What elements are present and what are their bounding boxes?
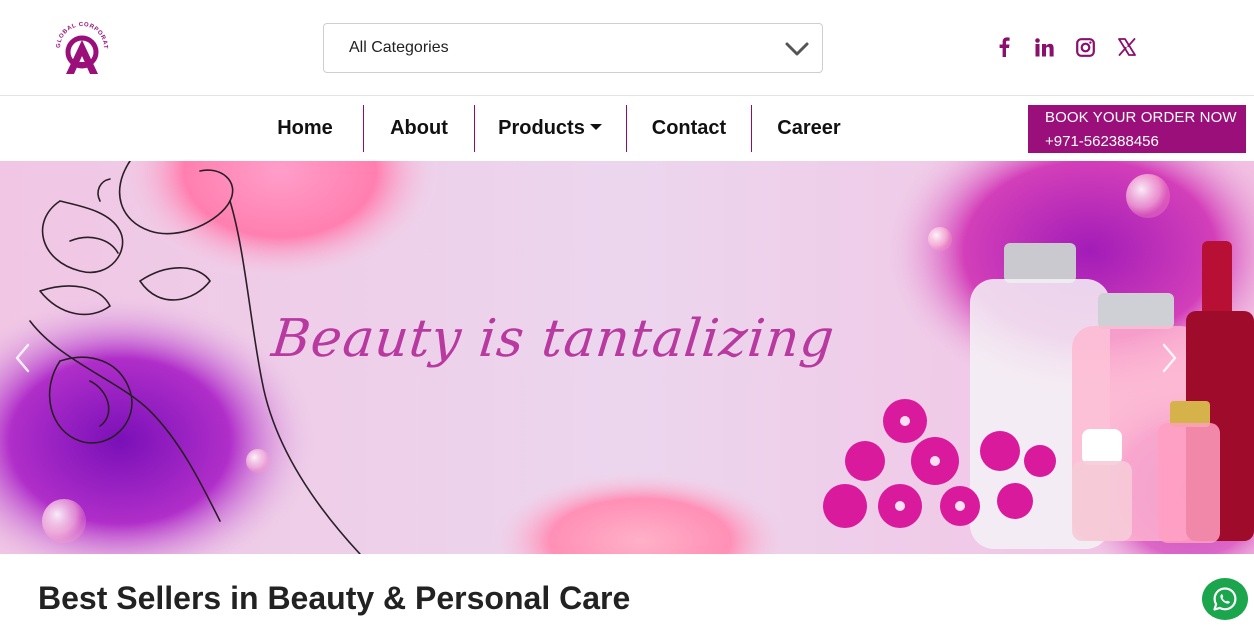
- whatsapp-icon: [1213, 587, 1237, 611]
- category-select[interactable]: All Categories: [323, 23, 823, 73]
- whatsapp-button[interactable]: [1202, 578, 1248, 620]
- caret-down-icon: [589, 123, 602, 130]
- nav-contact[interactable]: Contact: [640, 105, 738, 152]
- top-bar: GLOBAL CORPORATION All Categories: [0, 0, 1254, 96]
- nav-career[interactable]: Career: [764, 105, 854, 152]
- nav-divider: [363, 105, 364, 152]
- facebook-link[interactable]: [994, 36, 1014, 58]
- facebook-icon: [999, 37, 1010, 57]
- section-title: Best Sellers in Beauty & Personal Care: [38, 580, 631, 616]
- category-select-value: All Categories: [349, 39, 449, 56]
- nav-divider: [626, 105, 627, 152]
- carousel-prev-button[interactable]: [8, 341, 38, 375]
- nav-about-label: About: [390, 117, 448, 139]
- ac-monogram-logo: GLOBAL CORPORATION: [49, 14, 107, 74]
- nav-career-label: Career: [777, 117, 841, 139]
- chevron-right-icon: [1162, 343, 1177, 373]
- hero-tagline: Beauty is tantalizing: [268, 309, 838, 369]
- nav-contact-label: Contact: [651, 117, 727, 139]
- book-order-label: BOOK YOUR ORDER NOW: [1045, 109, 1237, 126]
- book-order-phone: +971-562388456: [1045, 133, 1159, 150]
- hero-banner: Beauty is tantalizing: [0, 161, 1254, 554]
- nav-home-label: Home: [277, 117, 333, 139]
- instagram-link[interactable]: [1074, 36, 1096, 58]
- linkedin-link[interactable]: [1033, 36, 1055, 58]
- x-icon: [1118, 38, 1136, 56]
- brand-logo[interactable]: GLOBAL CORPORATION: [49, 14, 112, 80]
- chevron-down-icon: [785, 42, 809, 56]
- main-nav: Home About Products Contact Career BOOK …: [0, 97, 1254, 161]
- book-order-button[interactable]: BOOK YOUR ORDER NOW +971-562388456: [1028, 105, 1246, 153]
- nav-about[interactable]: About: [376, 105, 462, 152]
- nav-home[interactable]: Home: [262, 105, 348, 152]
- nav-divider: [751, 105, 752, 152]
- x-link[interactable]: [1117, 36, 1137, 58]
- nav-products[interactable]: Products: [486, 105, 614, 152]
- instagram-icon: [1075, 37, 1095, 57]
- chevron-left-icon: [15, 343, 30, 373]
- nav-divider: [474, 105, 475, 152]
- nav-products-label: Products: [498, 117, 585, 139]
- carousel-next-button[interactable]: [1154, 341, 1184, 375]
- linkedin-icon: [1034, 37, 1054, 56]
